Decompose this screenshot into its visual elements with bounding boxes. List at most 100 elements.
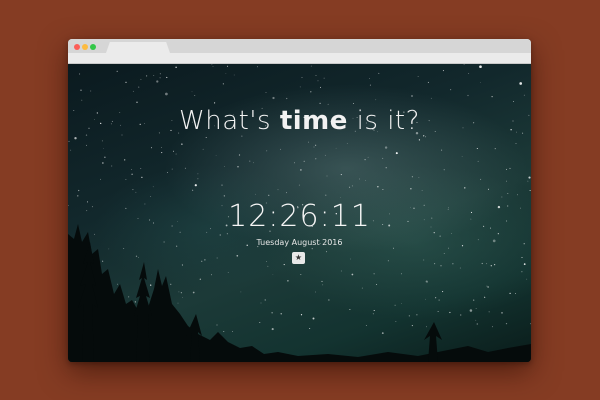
star [364,180,366,182]
star [359,178,360,180]
star [442,70,444,72]
star [299,86,301,88]
star [124,159,126,161]
star [449,311,451,314]
star [443,253,445,254]
star [223,166,225,168]
headline-text-start: What's [179,106,280,136]
star [411,176,413,178]
star [487,286,489,288]
minimize-window-button[interactable] [82,44,88,50]
star [376,284,378,285]
star [175,153,177,155]
clock-time: 12:26:11 [228,199,371,234]
star [326,251,327,253]
star [483,295,485,297]
star [437,311,439,313]
star [102,260,104,262]
star [476,147,478,150]
star [194,95,196,96]
star [100,178,101,180]
address-bar[interactable] [68,53,531,64]
star [438,299,440,301]
star [418,139,421,141]
star [161,147,162,148]
star [426,326,427,328]
star [349,186,351,188]
star [367,156,369,158]
star [135,255,138,257]
star [175,66,177,68]
star [381,332,384,334]
star [211,64,213,65]
star [161,152,163,154]
star [166,171,169,174]
star [521,257,523,259]
favorite-button[interactable]: ★ [292,252,305,264]
star [140,168,142,169]
headline-text-end: is it? [347,106,420,136]
star [378,72,380,74]
star [116,70,118,73]
star [481,262,483,265]
star [384,146,388,149]
star [452,263,454,265]
star [382,157,384,159]
star [349,309,351,310]
star [322,284,324,286]
star [136,101,138,103]
star [184,167,186,169]
star [319,102,321,105]
star [201,260,203,262]
star [286,97,288,100]
close-window-button[interactable] [74,44,80,50]
star [487,188,490,190]
star [424,136,427,138]
star [140,78,142,80]
star [486,263,488,265]
star [81,99,83,101]
star [395,152,398,155]
star [301,76,303,79]
star [475,319,477,321]
star [225,73,227,75]
headline-emphasis: time [279,106,348,136]
star [171,168,173,170]
star [123,248,125,250]
star [351,185,353,187]
browser-tab[interactable] [106,42,170,53]
star [104,156,106,158]
star [180,292,182,294]
star [249,160,251,162]
star [427,81,429,83]
star [373,273,375,275]
star [375,99,377,101]
star [416,314,418,316]
star [443,169,445,171]
star [152,186,154,188]
star [350,258,351,260]
star [477,160,479,162]
star [166,76,168,78]
star [132,189,134,191]
star [335,147,337,149]
star [501,312,503,314]
maximize-window-button[interactable] [90,44,96,50]
star [442,291,444,293]
star [215,155,217,156]
star [460,314,462,316]
star [80,89,82,91]
star [294,162,295,164]
star [325,194,327,196]
star [401,302,402,304]
star [369,78,370,79]
star [146,75,148,77]
star [223,330,225,332]
star [177,302,179,304]
star [227,65,229,67]
star [125,179,127,181]
star [324,154,326,156]
star [408,315,410,317]
star [221,184,223,186]
star [493,263,496,266]
